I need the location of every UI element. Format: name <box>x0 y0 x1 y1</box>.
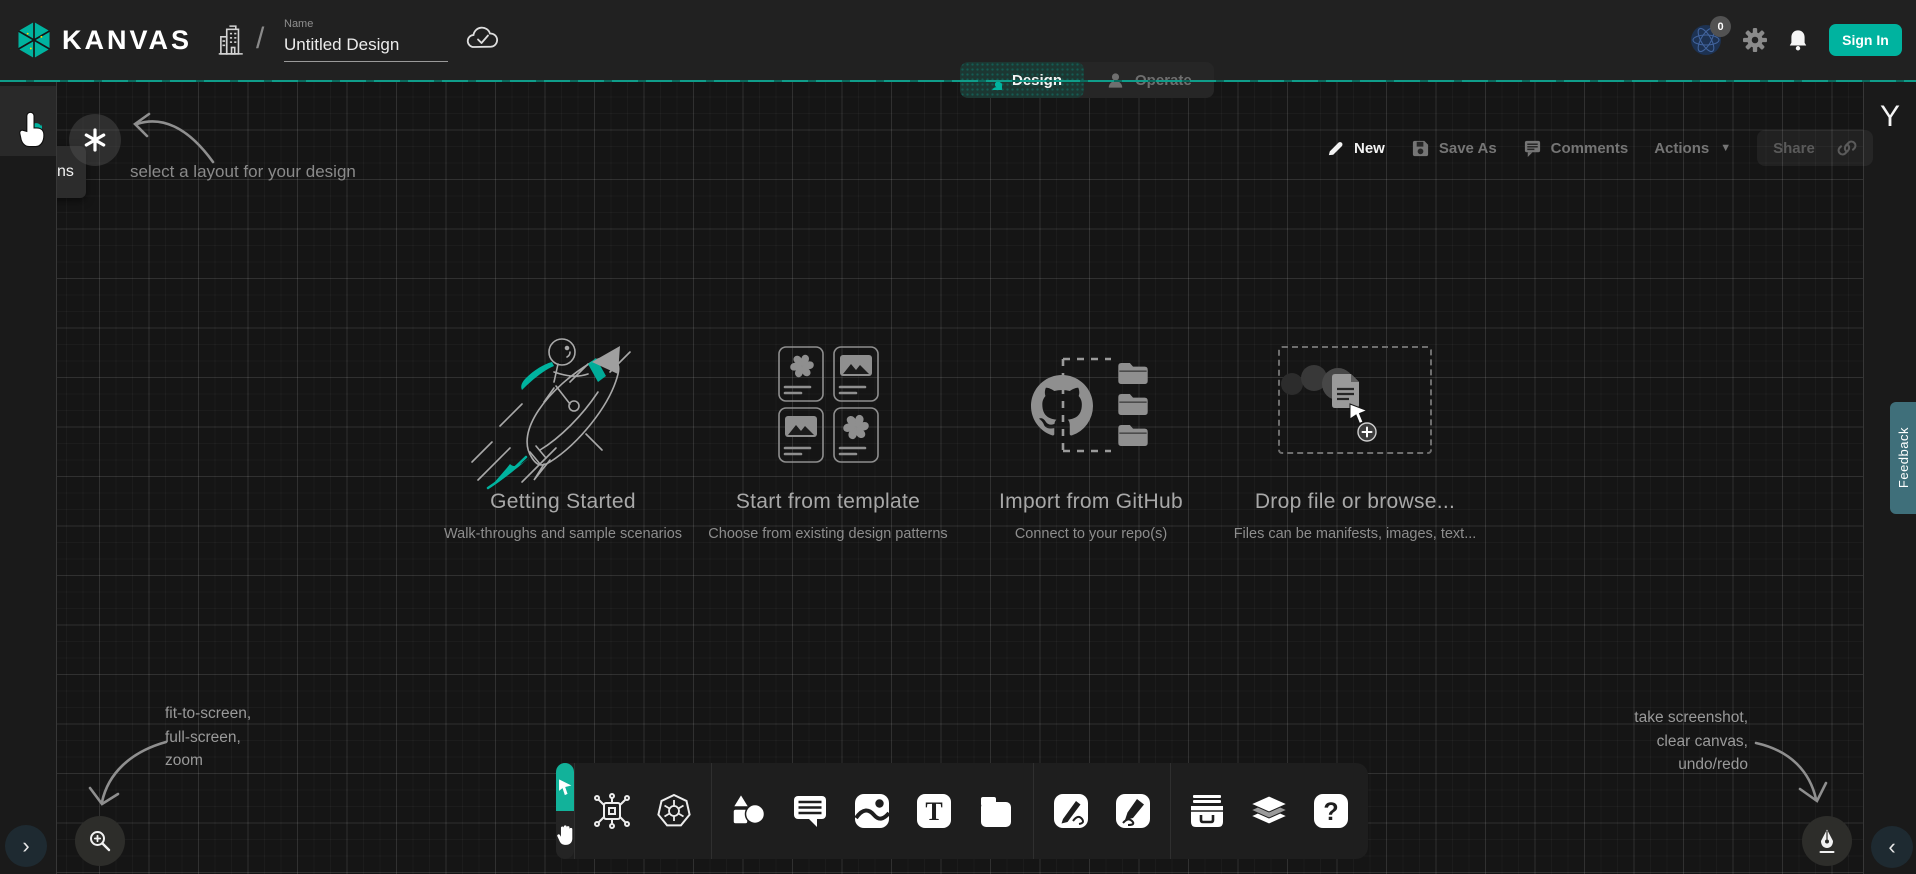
layout-selector-button[interactable] <box>69 114 121 166</box>
option-start-from-template[interactable]: Start from template Choose from existing… <box>688 330 968 542</box>
canvas-actions-hint-arrow <box>1748 733 1828 809</box>
notifications-bell-icon[interactable] <box>1787 28 1809 52</box>
share-label: Share <box>1773 140 1815 157</box>
option-subtitle: Walk-throughs and sample scenarios <box>423 526 703 542</box>
pen-nib-icon <box>1815 828 1839 854</box>
canvas-top-border <box>0 80 1916 82</box>
user-avatar[interactable]: 0 <box>1689 23 1723 57</box>
collaborator-indicator: Y <box>1880 100 1900 134</box>
actions-label: Actions <box>1654 140 1709 157</box>
comments-label: Comments <box>1551 140 1629 157</box>
canvas-actions-hint-text: take screenshot, clear canvas, undo/redo <box>1634 706 1748 777</box>
select-tool-button[interactable] <box>556 763 574 811</box>
pointer-hand-cursor <box>19 110 46 150</box>
kanvas-app: KANVAS / Name <box>0 0 1916 874</box>
kubernetes-tool[interactable] <box>654 791 694 831</box>
magnifier-plus-icon <box>88 829 112 853</box>
github-illustration <box>951 330 1231 480</box>
comment-tool[interactable] <box>790 791 830 831</box>
zoom-controls-button[interactable] <box>75 816 125 866</box>
option-title: Drop file or browse... <box>1215 490 1495 514</box>
pencil-new-icon <box>1326 139 1345 158</box>
dock-group-annotations: T <box>711 763 1033 859</box>
design-name-field: Name <box>284 18 448 62</box>
option-import-from-github[interactable]: Import from GitHub Connect to your repo(… <box>951 330 1231 542</box>
layers-tool[interactable] <box>1249 791 1289 831</box>
zoom-hint-arrow <box>88 732 173 810</box>
notification-count-badge: 0 <box>1710 16 1731 37</box>
drawer-archive-tool[interactable] <box>1187 791 1227 831</box>
option-subtitle: Choose from existing design patterns <box>688 526 968 542</box>
layout-hint-text: select a layout for your design <box>130 162 356 182</box>
expand-right-panel-button[interactable]: ‹ <box>1871 826 1913 868</box>
option-subtitle: Files can be manifests, images, text... <box>1215 526 1495 542</box>
rocket-illustration <box>423 330 703 480</box>
share-button[interactable]: Share <box>1757 130 1873 166</box>
settings-gear-icon[interactable] <box>1743 28 1767 52</box>
tool-dock: T <box>556 763 1368 859</box>
sketch-pencil-tool[interactable] <box>1113 791 1153 831</box>
shapes-tool[interactable] <box>728 791 768 831</box>
link-icon <box>1837 138 1857 158</box>
canvas-toolbar: New Save As Comments Actions ▼ Share <box>1326 130 1873 166</box>
kanvas-logo-icon <box>15 20 53 60</box>
sign-in-button[interactable]: Sign In <box>1829 24 1902 56</box>
left-panel-strip <box>0 82 57 874</box>
canvas-actions-button[interactable] <box>1802 816 1852 866</box>
option-title: Start from template <box>688 490 968 514</box>
edge-pen-tool[interactable] <box>1051 791 1091 831</box>
hand-pan-icon <box>556 822 574 848</box>
dock-group-draw <box>1034 763 1170 859</box>
expand-left-panel-button[interactable]: › <box>5 825 47 867</box>
templates-illustration <box>688 330 968 480</box>
save-as-label: Save As <box>1439 140 1497 157</box>
component-circuit-tool[interactable] <box>592 791 632 831</box>
option-drop-file[interactable]: Drop file or browse... Files can be mani… <box>1215 330 1495 542</box>
svg-text:?: ? <box>1323 798 1338 826</box>
option-subtitle: Connect to your repo(s) <box>951 526 1231 542</box>
organization-icon[interactable] <box>218 24 244 56</box>
drop-zone-border <box>1278 346 1432 454</box>
chevron-down-icon: ▼ <box>1720 142 1731 154</box>
cloud-save-status-icon <box>466 26 498 52</box>
design-name-input[interactable] <box>284 33 448 62</box>
dock-group-organize: ? <box>1170 763 1368 859</box>
option-title: Getting Started <box>423 490 703 514</box>
brand: KANVAS <box>15 20 192 60</box>
brand-name: KANVAS <box>62 25 192 56</box>
pointer-tool-column <box>556 763 574 859</box>
image-tool[interactable] <box>852 791 892 831</box>
drop-file-area[interactable] <box>1215 330 1495 480</box>
pan-tool-button[interactable] <box>556 811 574 859</box>
snowflake-icon <box>82 127 108 153</box>
text-tool[interactable]: T <box>914 791 954 831</box>
help-tool[interactable]: ? <box>1311 791 1351 831</box>
layout-hint-arrow <box>125 108 220 170</box>
dock-group-infrastructure <box>575 763 711 859</box>
breadcrumb-separator: / <box>256 22 264 56</box>
option-title: Import from GitHub <box>951 490 1231 514</box>
app-header: KANVAS / Name <box>0 0 1916 80</box>
actions-dropdown[interactable]: Actions ▼ <box>1654 140 1731 157</box>
cursor-arrow-icon <box>556 776 574 798</box>
new-label: New <box>1354 140 1385 157</box>
feedback-label: Feedback <box>1896 427 1911 488</box>
sticky-note-tool[interactable] <box>976 791 1016 831</box>
zoom-hint-text: fit-to-screen, full-screen, zoom <box>165 702 251 773</box>
floppy-save-icon <box>1411 139 1430 158</box>
comments-icon <box>1523 139 1542 158</box>
new-design-button[interactable]: New <box>1326 139 1385 158</box>
save-as-button[interactable]: Save As <box>1411 139 1497 158</box>
option-getting-started[interactable]: Getting Started Walk-throughs and sample… <box>423 330 703 542</box>
design-name-label: Name <box>284 18 448 30</box>
svg-text:T: T <box>926 797 943 826</box>
header-right-group: 0 Sign In <box>1689 0 1902 80</box>
feedback-tab[interactable]: Feedback <box>1890 402 1916 514</box>
comments-button[interactable]: Comments <box>1523 139 1629 158</box>
